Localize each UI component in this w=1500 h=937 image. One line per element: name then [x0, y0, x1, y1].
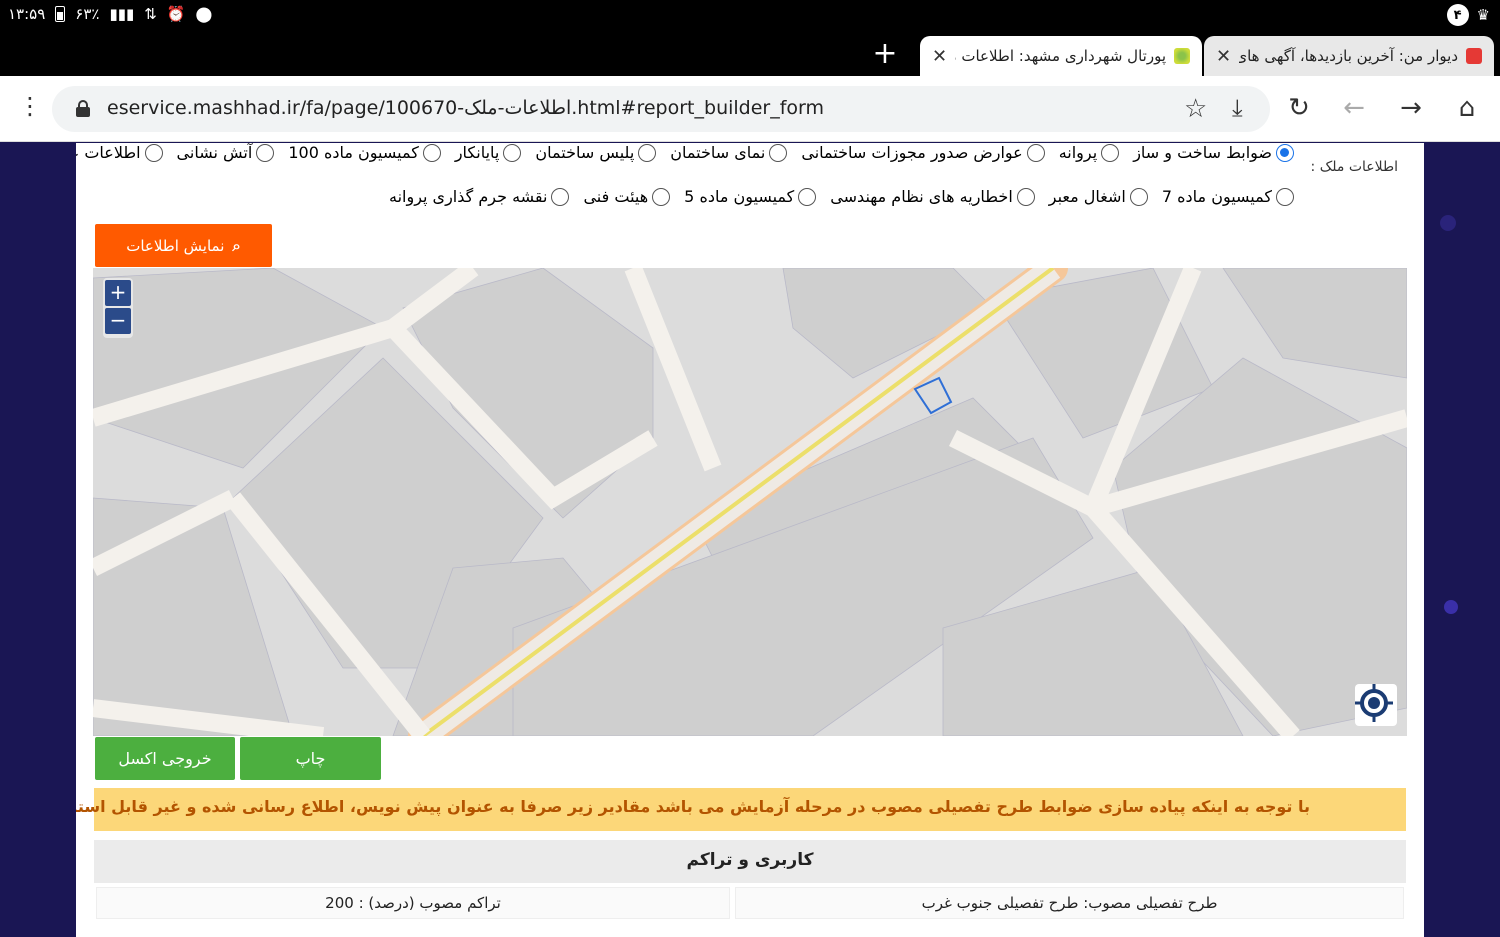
radio-option[interactable]: عوارض صدور مجوزات ساختمانی	[801, 143, 1045, 162]
download-icon[interactable]: ⤓	[1232, 94, 1243, 122]
detailed-plan-cell: طرح تفصیلی مصوب: طرح تفصیلی جنوب غرب	[735, 887, 1404, 919]
density-cell: تراکم مصوب (درصد) : 200	[96, 887, 730, 919]
zoom-controls: + −	[103, 278, 133, 338]
radio-option[interactable]: اخطاریه های نظام مهندسی	[830, 187, 1035, 206]
search-icon: ⌕	[232, 236, 241, 255]
radio-button[interactable]	[1101, 143, 1120, 162]
forward-icon[interactable]: →	[1396, 94, 1426, 122]
location-icon: ⬤	[195, 5, 213, 23]
radio-option[interactable]: هیئت فنی	[583, 187, 671, 206]
section-title: کاربری و تراکم	[94, 840, 1406, 883]
radio-option[interactable]: پایانکار	[455, 143, 522, 162]
close-tab-icon[interactable]: ✕	[1216, 46, 1231, 67]
radio-button[interactable]	[144, 143, 163, 162]
radio-label: نمای ساختمان	[670, 143, 766, 162]
print-button[interactable]: چاپ	[240, 737, 381, 780]
zoom-out-button[interactable]: −	[105, 308, 131, 334]
radio-label: کمیسیون ماده 100	[288, 143, 419, 162]
radio-button[interactable]	[1016, 187, 1035, 206]
radio-option[interactable]: نقشه جرم گذاری پروانه	[388, 187, 570, 206]
radio-label: پایانکار	[454, 143, 500, 162]
radio-label: پلیس ساختمان	[535, 143, 635, 162]
url-text[interactable]: eservice.mashhad.ir/fa/page/100670-اطلاع…	[107, 97, 824, 119]
radio-label: اشغال معبر	[1048, 187, 1126, 206]
locate-me-button[interactable]	[1355, 684, 1397, 726]
reload-icon[interactable]: ↻	[1284, 94, 1314, 122]
radio-label: کمیسیون ماده 7	[1161, 187, 1272, 206]
radio-button[interactable]	[652, 187, 671, 206]
radio-button[interactable]	[1276, 143, 1294, 162]
divar-favicon-icon	[1466, 48, 1482, 64]
radio-option[interactable]: کمیسیون ماده 100	[288, 143, 441, 162]
page-content: اطلاعات ملک : ضوابط ساخت و ساز پروانه عوار…	[76, 143, 1424, 937]
back-icon[interactable]: ←	[1339, 94, 1369, 122]
alarm-icon: ⏰	[166, 5, 186, 23]
tab-strip: + پورتال شهرداری مشهد: اطلاعات ملک ✕ دیو…	[0, 32, 1500, 76]
signal-icon: ▮▮▮	[109, 5, 135, 23]
radio-button[interactable]	[503, 143, 522, 162]
close-tab-icon[interactable]: ✕	[932, 46, 947, 67]
background-decoration	[1440, 215, 1456, 231]
radio-label: آتش نشانی	[176, 143, 253, 162]
home-icon[interactable]: ⌂	[1452, 94, 1482, 122]
background-decoration	[1444, 600, 1458, 614]
radio-label: کمیسیون ماده 5	[684, 187, 795, 206]
radio-option[interactable]: ضوابط ساخت و ساز	[1133, 143, 1294, 162]
radio-button[interactable]	[638, 143, 657, 162]
radio-option[interactable]: پلیس ساختمان	[535, 143, 657, 162]
radio-option[interactable]: اطلاعات عرصه	[76, 143, 163, 162]
tab-title: دیوار من: آخرین بازدیدها، آگهی های	[1239, 47, 1458, 65]
radio-button[interactable]	[1026, 143, 1045, 162]
battery-icon	[55, 6, 66, 22]
radio-group-row-2: کمیسیون ماده 7 اشغال معبر اخطاریه های نظام…	[375, 187, 1294, 206]
radio-option[interactable]: کمیسیون ماده 5	[684, 187, 817, 206]
radio-label: عوارض صدور مجوزات ساختمانی	[801, 143, 1023, 162]
crown-icon: ♛	[1476, 6, 1490, 24]
radio-label: هیئت فنی	[583, 187, 649, 206]
bookmark-star-icon[interactable]: ☆	[1184, 94, 1207, 124]
radio-option[interactable]: کمیسیون ماده 7	[1162, 187, 1294, 206]
tab-title: پورتال شهرداری مشهد: اطلاعات ملک	[955, 47, 1166, 65]
radio-label: پروانه	[1058, 143, 1098, 162]
radio-button[interactable]	[256, 143, 275, 162]
draft-notice: با توجه به اینکه پیاده سازی ضوابط طرح تف…	[76, 788, 1406, 831]
status-bar: ۱۳:۵۹ ۶۳٪ ▮▮▮ ⇅ ⏰ ⬤ ۴ ♛	[0, 0, 1500, 32]
lock-icon[interactable]	[76, 100, 90, 117]
show-info-label: نمایش اطلاعات	[126, 236, 225, 255]
show-info-button[interactable]: ⌕ نمایش اطلاعات	[95, 224, 272, 267]
map-tiles[interactable]	[93, 268, 1407, 736]
radio-button[interactable]	[551, 187, 570, 206]
radio-button[interactable]	[1276, 187, 1294, 206]
browser-toolbar: ⋮ eservice.mashhad.ir/fa/page/100670-اطل…	[0, 76, 1500, 142]
clock: ۱۳:۵۹	[8, 5, 46, 23]
radio-button[interactable]	[1129, 187, 1148, 206]
radio-label: نقشه جرم گذاری پروانه	[388, 187, 548, 206]
radio-label: اخطاریه های نظام مهندسی	[830, 187, 1013, 206]
municipality-favicon-icon	[1174, 48, 1190, 64]
tab-municipality-portal[interactable]: پورتال شهرداری مشهد: اطلاعات ملک ✕	[920, 36, 1202, 76]
radio-button[interactable]	[422, 143, 441, 162]
radio-option[interactable]: نمای ساختمان	[670, 143, 788, 162]
notification-badge: ۴	[1446, 4, 1469, 26]
radio-label: اطلاعات عرصه	[76, 143, 141, 162]
crosshair-icon	[1355, 684, 1393, 722]
property-map[interactable]: + −	[93, 268, 1407, 736]
radio-option[interactable]: آتش نشانی	[177, 143, 275, 162]
tab-divar[interactable]: دیوار من: آخرین بازدیدها، آگهی های ✕	[1204, 36, 1494, 76]
radio-button[interactable]	[798, 187, 817, 206]
radio-option[interactable]: اشغال معبر	[1049, 187, 1148, 206]
radio-button[interactable]	[769, 143, 788, 162]
address-bar[interactable]: eservice.mashhad.ir/fa/page/100670-اطلاع…	[52, 86, 1270, 132]
battery-level: ۶۳٪	[75, 5, 100, 23]
radio-label: ضوابط ساخت و ساز	[1133, 143, 1272, 162]
new-tab-button[interactable]: +	[870, 39, 900, 70]
property-info-label: اطلاعات ملک :	[1310, 159, 1398, 175]
data-icon: ⇅	[144, 5, 157, 23]
excel-export-button[interactable]: خروجی اکسل	[95, 737, 235, 780]
menu-icon[interactable]: ⋮	[18, 94, 42, 122]
zoom-in-button[interactable]: +	[105, 280, 131, 306]
radio-option[interactable]: پروانه	[1058, 143, 1120, 162]
radio-group-row-1: ضوابط ساخت و ساز پروانه عوارض صدور مجوزات …	[76, 143, 1294, 162]
